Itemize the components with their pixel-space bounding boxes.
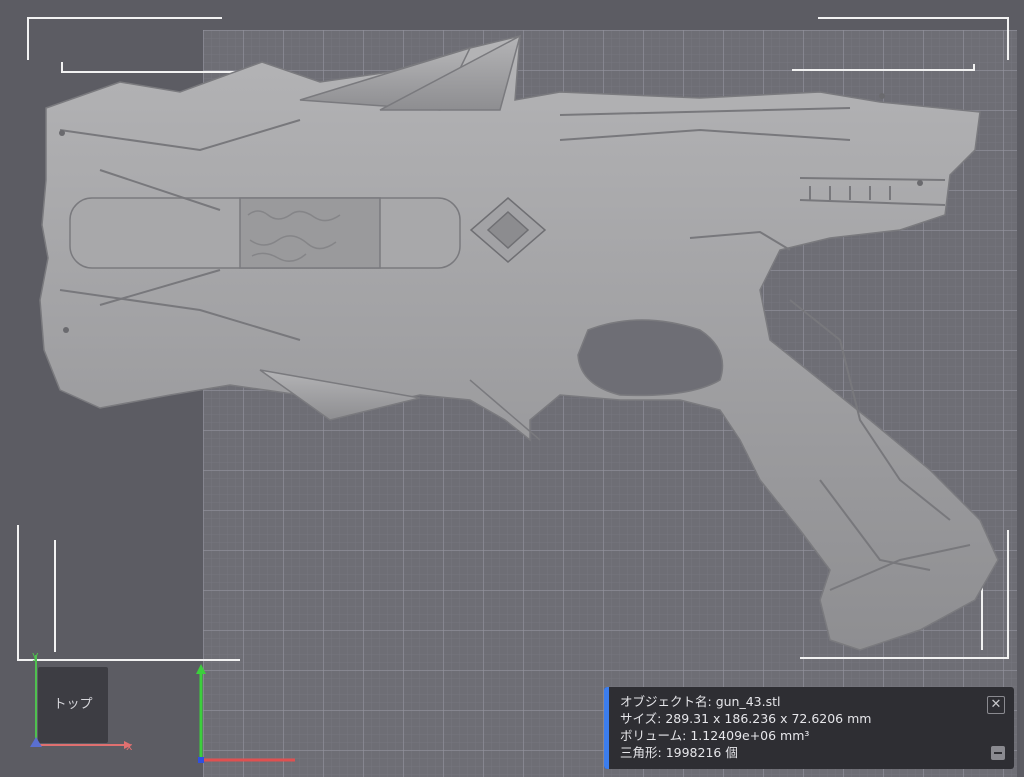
object-name-value: gun_43.stl <box>715 694 781 709</box>
object-triangles-label: 三角形: <box>620 745 662 760</box>
axis-gizmo: y x <box>30 649 133 753</box>
object-size-row: サイズ: 289.31 x 186.236 x 72.6206 mm <box>620 711 871 727</box>
object-size-label: サイズ: <box>620 711 662 726</box>
axis-y-label: y <box>32 649 39 662</box>
info-panel-accent <box>604 687 609 769</box>
object-info-panel: オブジェクト名: gun_43.stl サイズ: 289.31 x 186.23… <box>604 687 1014 769</box>
object-triangles-row: 三角形: 1998216 個 <box>620 745 738 761</box>
object-triangles-value: 1998216 個 <box>665 745 738 760</box>
close-icon[interactable]: ✕ <box>987 696 1005 714</box>
object-volume-value: 1.12409e+06 mm³ <box>690 728 810 743</box>
axis-x-label: x <box>126 740 133 753</box>
object-volume-label: ボリューム: <box>620 728 687 743</box>
object-size-value: 289.31 x 186.236 x 72.6206 mm <box>665 711 872 726</box>
origin-axes <box>196 664 295 763</box>
gun-model-mesh[interactable] <box>0 0 1024 777</box>
object-name-row: オブジェクト名: gun_43.stl <box>620 694 781 710</box>
object-volume-row: ボリューム: 1.12409e+06 mm³ <box>620 728 809 744</box>
minimize-icon[interactable] <box>991 746 1005 760</box>
object-name-label: オブジェクト名: <box>620 694 712 709</box>
3d-viewport[interactable]: トップ y x オブジェクト名: gun_43.stl サイズ: 289.31 … <box>0 0 1024 777</box>
